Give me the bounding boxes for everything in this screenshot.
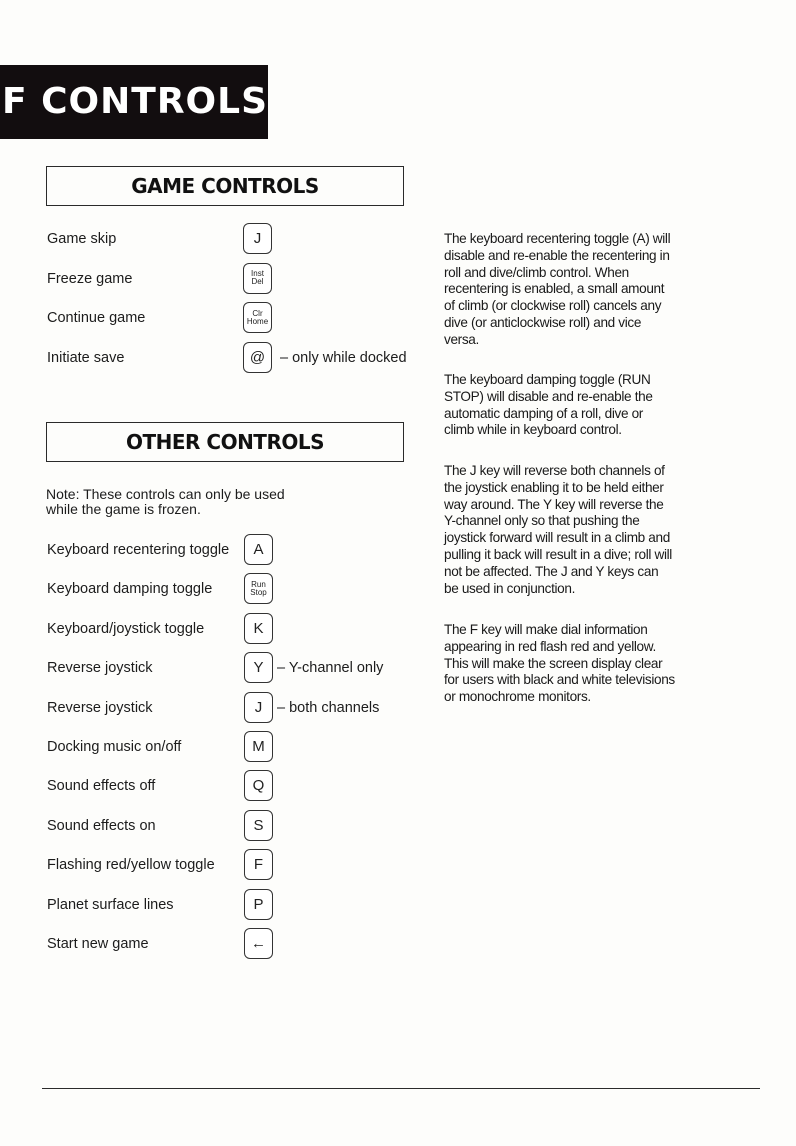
control-row-initiate-save: Initiate save @ – only while docked (47, 341, 427, 374)
control-row-reverse-joystick: Reverse joystick Y – Y-channel only (47, 652, 427, 684)
control-row-reverse-joystick: Reverse joystick J – both channels (47, 691, 427, 724)
page-banner: F CONTROLS (0, 65, 268, 139)
control-label: Docking music on/off (47, 739, 182, 755)
reverse-joystick-explanation: The J key will reverse both channels of … (444, 463, 672, 596)
control-row-planet-surface-lines: Planet surface lines P (47, 888, 427, 921)
control-note: – both channels (277, 699, 380, 716)
keycap-icon: Q (244, 770, 273, 802)
keycap-icon: @ (243, 341, 272, 373)
control-note: – only while docked (280, 349, 407, 366)
keycap-icon: K (244, 612, 273, 644)
control-row-start-new-game: Start new game ← (47, 928, 427, 960)
control-label: Game skip (47, 231, 117, 247)
keycap-icon: J (244, 691, 273, 723)
game-controls-heading: GAME CONTROLS (46, 166, 404, 206)
keycap-legend: M (252, 738, 265, 755)
control-label: Planet surface lines (47, 896, 174, 913)
control-label: Reverse joystick (47, 699, 153, 716)
control-row-continue-game: Continue game Clr Home (47, 302, 427, 334)
keycap-icon: J (243, 223, 272, 254)
keycap-legend: J (253, 230, 262, 247)
keycap-icon: Y (244, 652, 273, 684)
keycap-icon: ← (244, 928, 273, 959)
keycap-legend: Del (251, 277, 264, 286)
other-controls-title: OTHER CONTROLS (125, 430, 325, 454)
other-controls-note: Note: These controls can only be used wh… (46, 486, 285, 517)
keycap-legend: Stop (250, 587, 267, 597)
keycap-legend: @ (249, 348, 266, 366)
control-row-keyboard-damping-toggle: Keyboard damping toggle Run Stop (47, 573, 427, 605)
control-label: Flashing red/yellow toggle (47, 857, 215, 874)
game-controls-title: GAME CONTROLS (131, 174, 319, 198)
keycap-legend: S (253, 816, 264, 834)
control-label: Freeze game (47, 270, 133, 287)
flash-toggle-explanation: The F key will make dial information app… (444, 622, 675, 705)
keycap-icon: Run Stop (244, 573, 273, 605)
control-row-sound-effects-on: Sound effects on S (47, 809, 427, 842)
control-label: Sound effects off (47, 778, 156, 795)
control-row-docking-music-on-off: Docking music on/off M (47, 731, 427, 763)
control-row-sound-effects-off: Sound effects off Q (47, 770, 427, 802)
keycap-legend: P (253, 895, 264, 913)
control-label: Start new game (47, 936, 149, 952)
control-row-game-skip: Game skip J (47, 223, 427, 255)
control-label: Keyboard damping toggle (47, 581, 213, 598)
keycap-icon: Inst Del (243, 262, 272, 294)
keycap-legend: J (254, 698, 263, 716)
keycap-legend: F (253, 856, 264, 874)
control-label: Reverse joystick (47, 660, 153, 677)
keycap-legend: Home (246, 316, 269, 326)
control-note: – Y-channel only (277, 660, 384, 677)
keycap-legend: Y (253, 659, 264, 677)
keycap-icon: F (244, 849, 273, 881)
page-title: F CONTROLS (2, 81, 269, 122)
control-row-keyboard-recentering-toggle: Keyboard recentering toggle A (47, 534, 427, 566)
control-label: Continue game (47, 310, 146, 326)
keycap-legend: A (253, 541, 264, 558)
keycap-icon: P (244, 888, 273, 920)
keycap-legend: K (253, 619, 264, 637)
recentering-explanation: The keyboard recentering toggle (A) will… (444, 231, 671, 347)
control-row-freeze-game: Freeze game Inst Del (47, 262, 427, 295)
control-label: Sound effects on (47, 817, 156, 834)
control-label: Keyboard/joystick toggle (47, 620, 205, 637)
footer-rule (42, 1088, 760, 1089)
keycap-icon: S (244, 809, 273, 841)
keycap-icon: M (244, 731, 273, 762)
keycap-legend: ← (251, 935, 266, 952)
control-label: Initiate save (47, 349, 125, 366)
damping-explanation: The keyboard damping toggle (RUN STOP) w… (444, 372, 653, 438)
control-row-keyboard-joystick-toggle: Keyboard/joystick toggle K (47, 612, 427, 645)
control-label: Keyboard recentering toggle (47, 542, 230, 558)
other-controls-heading: OTHER CONTROLS (46, 422, 404, 462)
keycap-icon: Clr Home (243, 302, 272, 333)
keycap-legend: Q (252, 777, 265, 795)
keycap-icon: A (244, 534, 273, 565)
control-row-flashing-red-yellow-toggle: Flashing red/yellow toggle F (47, 849, 427, 881)
